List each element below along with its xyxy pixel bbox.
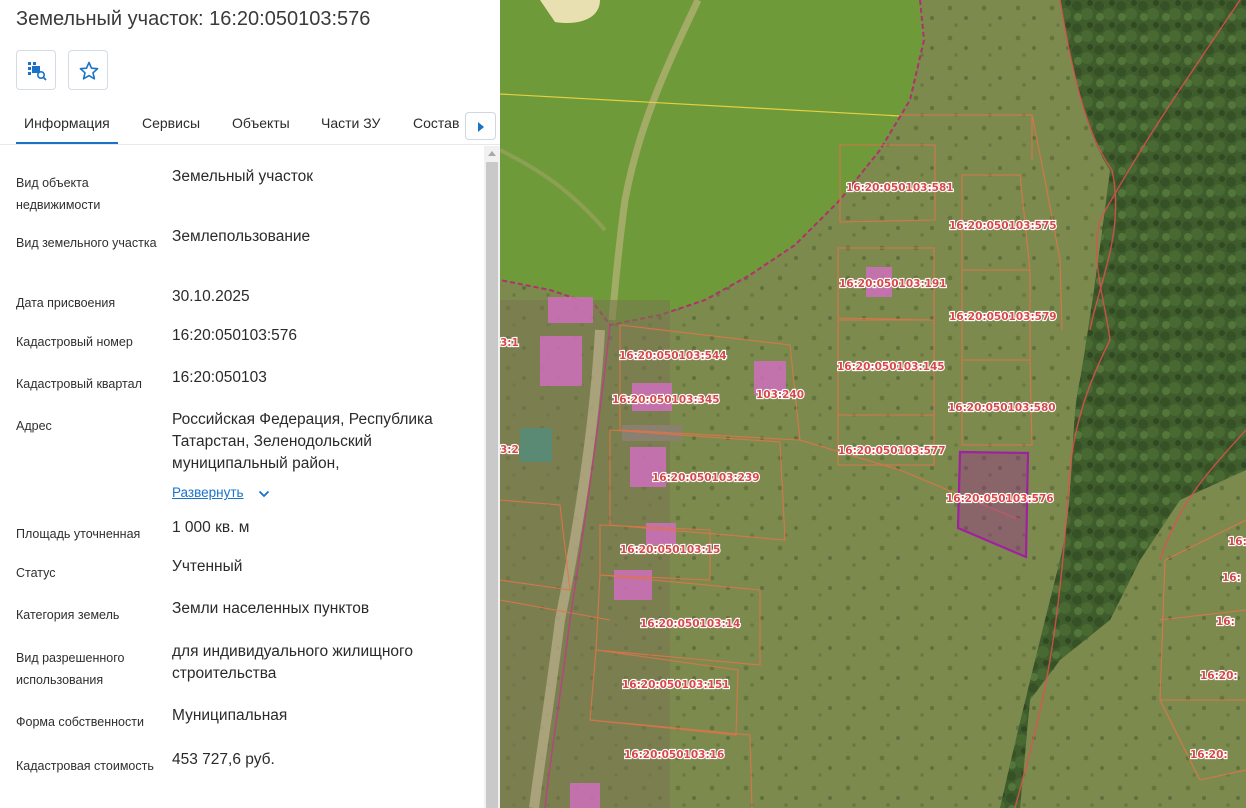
tab-information[interactable]: Информация <box>16 106 118 144</box>
parcel-label: 16:20:050103:15 <box>620 544 720 556</box>
info-list: Вид объекта недвижимости Земельный участ… <box>0 146 484 808</box>
parcel-label: 16:20:050103:16 <box>624 749 724 761</box>
info-value: 16:20:050103:576 <box>172 327 297 344</box>
tab-objects[interactable]: Объекты <box>232 106 290 144</box>
parcel-label: 16:20:050103:145 <box>837 361 945 373</box>
parcel-label: 3:1 <box>500 337 519 349</box>
info-value: 1 000 кв. м <box>172 519 250 536</box>
parcel-label: 16:20:050103:579 <box>949 311 1057 323</box>
parcel-label: 16:20:050103:581 <box>846 182 954 194</box>
parcel-label: 16: <box>1222 572 1241 584</box>
parcel-label: 16:20:050103:544 <box>619 350 727 362</box>
info-value: Земельный участок <box>172 168 314 185</box>
info-label: Дата присвоения <box>16 296 116 310</box>
cadastral-map[interactable]: 16:20:050103:581 16:20:050103:575 16:20:… <box>500 0 1246 808</box>
info-value: Земли населенных пунктов <box>172 600 370 617</box>
building <box>570 783 600 808</box>
parcel-label: 3:2 <box>500 444 519 456</box>
scrollbar-thumb[interactable] <box>486 162 498 808</box>
caret-right-icon <box>478 122 484 132</box>
info-label: Категория земель <box>16 608 120 622</box>
chevron-down-icon <box>258 490 270 498</box>
parcel-label: 16:20:050103:239 <box>652 472 760 484</box>
info-label: Вид разрешенного использования <box>16 651 125 687</box>
map-canvas[interactable]: 16:20:050103:581 16:20:050103:575 16:20:… <box>500 0 1246 808</box>
building <box>614 570 652 600</box>
parcel-label: 16: <box>1216 616 1235 628</box>
tabs-scroll-right-button[interactable] <box>465 112 496 140</box>
info-value: 453 727,6 руб. <box>172 751 275 768</box>
map-search-icon <box>28 62 47 81</box>
parcel-label: 16:20:050103:345 <box>612 394 720 406</box>
info-value: 16:20:050103 <box>172 369 267 386</box>
info-value: Учтенный <box>172 558 243 575</box>
parcel-label: 16:20:050103:575 <box>949 220 1057 232</box>
building <box>646 523 676 545</box>
info-label: Площадь уточненная <box>16 527 141 541</box>
tab-composition[interactable]: Состав <box>413 106 459 144</box>
favorite-button[interactable] <box>68 50 108 90</box>
parcel-label: 16:20:050103:577 <box>838 445 946 457</box>
star-icon <box>79 61 99 80</box>
tab-bar: Информация Сервисы Объекты Части ЗУ Сост… <box>0 106 500 145</box>
info-value: 30.10.2025 <box>172 288 250 305</box>
page-title: Земельный участок: 16:20:050103:576 <box>16 8 371 30</box>
tab-parts[interactable]: Части ЗУ <box>321 106 380 144</box>
parcel-label: 16: <box>1228 536 1246 548</box>
info-panel: Земельный участок: 16:20:050103:576 Инфо… <box>0 0 500 808</box>
expand-address-link[interactable]: Развернуть <box>172 485 270 500</box>
parcel-label: 16:20:050103:151 <box>622 679 730 691</box>
building <box>548 297 593 323</box>
info-label: Форма собственности <box>16 715 144 729</box>
info-label: Адрес <box>16 419 52 433</box>
info-label: Вид земельного участка <box>16 236 157 250</box>
parcel-label: 103:240 <box>756 389 804 401</box>
info-value: Муниципальная <box>172 707 288 724</box>
address-value: Российская Федерация, Республика Татарст… <box>172 411 433 472</box>
info-label: Кадастровая стоимость <box>16 759 154 773</box>
parcel-label: 16:20:050103:191 <box>839 278 947 290</box>
info-label: Вид объекта недвижимости <box>16 176 101 212</box>
scroll-up-arrow-icon[interactable] <box>486 149 498 159</box>
parcel-label: 16:20: <box>1190 749 1228 761</box>
parcel-label: 16:20:050103:14 <box>640 618 740 630</box>
parcel-label: 16:20: <box>1200 670 1238 682</box>
selected-parcel-label: 16:20:050103:576 <box>946 493 1054 505</box>
tab-services[interactable]: Сервисы <box>142 106 200 144</box>
info-label: Статус <box>16 566 56 580</box>
parcel-label: 16:20:050103:580 <box>948 402 1056 414</box>
info-label: Кадастровый номер <box>16 335 133 349</box>
green-roof <box>520 428 552 462</box>
info-value: Землепользование <box>172 228 311 245</box>
info-value: для индивидуального жилищного строительс… <box>172 643 413 682</box>
expand-label: Развернуть <box>172 485 244 500</box>
info-label: Кадастровый квартал <box>16 377 142 391</box>
building <box>540 336 582 386</box>
show-on-map-button[interactable] <box>16 50 56 90</box>
